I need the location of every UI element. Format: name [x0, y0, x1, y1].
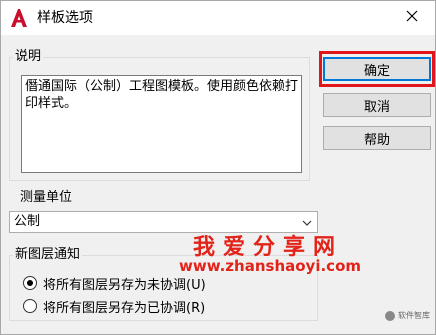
- radio-label-unreconciled: 将所有图层另存为未协调(U): [43, 277, 206, 293]
- wechat-icon: [385, 310, 395, 321]
- radio-label-reconciled: 将所有图层另存为已协调(R): [43, 300, 206, 316]
- close-button[interactable]: [389, 1, 435, 35]
- close-icon: [406, 10, 418, 26]
- units-selected-value: 公制: [14, 214, 41, 229]
- ok-button[interactable]: 确定: [323, 57, 431, 81]
- radio-button-reconciled[interactable]: [23, 299, 37, 313]
- radio-button-unreconciled[interactable]: [23, 276, 37, 290]
- units-label: 测量单位: [18, 190, 75, 206]
- template-options-dialog: 样板选项 说明 僭通国际（公制）工程图模板。使用颜色依赖打印样式。 确定 取消 …: [0, 0, 436, 335]
- watermark-url: www.zhanshaoyi.com: [179, 257, 361, 275]
- chevron-down-icon: [301, 216, 313, 228]
- description-textbox[interactable]: 僭通国际（公制）工程图模板。使用颜色依赖打印样式。: [21, 75, 302, 173]
- help-button[interactable]: 帮助: [323, 126, 431, 150]
- window-title: 样板选项: [37, 10, 93, 26]
- title-bar: 样板选项: [1, 1, 435, 35]
- description-label: 说明: [13, 49, 44, 65]
- layer-notify-label: 新图层通知: [13, 247, 83, 263]
- radio-option-unreconciled[interactable]: 将所有图层另存为未协调(U): [23, 273, 206, 293]
- cancel-button[interactable]: 取消: [323, 93, 431, 117]
- autocad-a-icon: [9, 8, 29, 28]
- description-text: 僭通国际（公制）工程图模板。使用颜色依赖打印样式。: [25, 79, 299, 111]
- radio-option-reconciled[interactable]: 将所有图层另存为已协调(R): [23, 296, 205, 316]
- watermark-small-text: 软件智库: [398, 311, 430, 320]
- watermark-badge: 软件智库: [385, 310, 430, 321]
